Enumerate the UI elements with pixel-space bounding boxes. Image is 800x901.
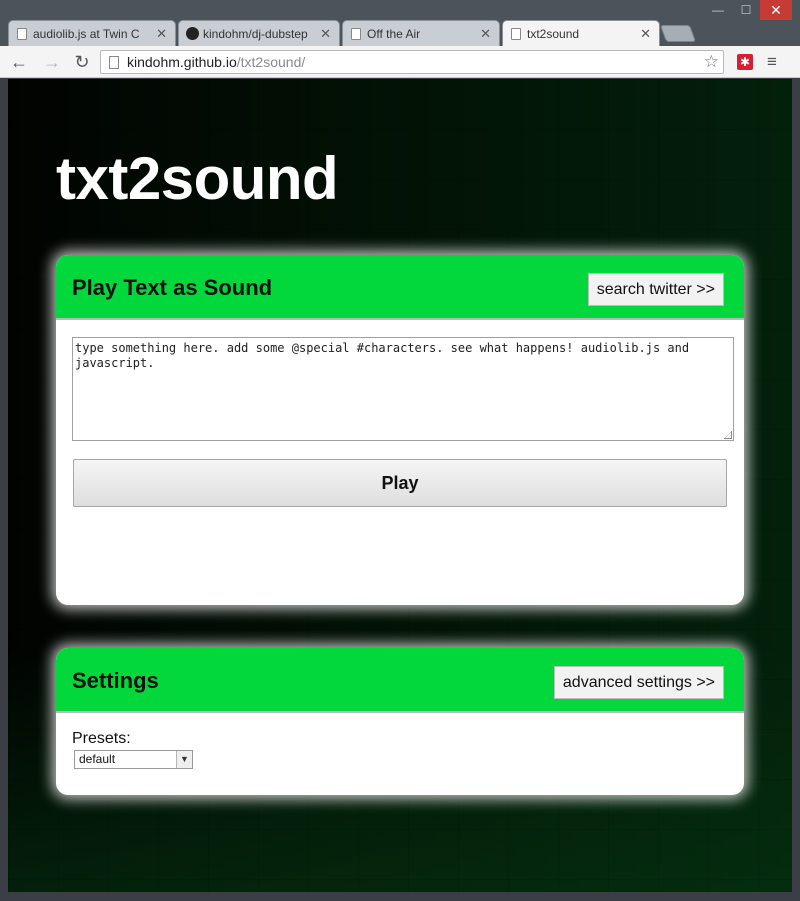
tab-dj-dubstep[interactable]: kindohm/dj-dubstep ✕ — [178, 20, 340, 46]
tab-audiolib[interactable]: audiolib.js at Twin C ✕ — [8, 20, 176, 46]
menu-icon[interactable]: ≡ — [767, 52, 777, 72]
play-panel-header: Play Text as Sound search twitter >> — [56, 255, 744, 320]
play-panel-title: Play Text as Sound — [72, 275, 273, 300]
tab-close-icon[interactable]: ✕ — [480, 26, 491, 42]
tab-txt2sound[interactable]: txt2sound ✕ — [502, 20, 660, 46]
tab-title: kindohm/dj-dubstep — [203, 26, 308, 41]
extension-icon[interactable]: ✱ — [737, 54, 753, 70]
close-window-button[interactable]: ✕ — [760, 0, 792, 20]
maximize-button[interactable]: ☐ — [732, 0, 760, 20]
settings-panel-header: Settings advanced settings >> — [56, 648, 744, 713]
tab-strip: audiolib.js at Twin C ✕ kindohm/dj-dubst… — [8, 20, 708, 46]
tab-off-the-air[interactable]: Off the Air ✕ — [342, 20, 500, 46]
window-controls: — ☐ ✕ — [704, 0, 792, 22]
github-icon — [186, 27, 199, 40]
play-panel: Play Text as Sound search twitter >> typ… — [56, 255, 744, 605]
page-viewport: txt2sound Play Text as Sound search twit… — [8, 79, 792, 892]
tab-title: txt2sound — [527, 26, 580, 41]
page-icon — [351, 28, 361, 40]
page-icon — [17, 28, 27, 40]
url-host: kindohm.github.io — [127, 54, 237, 70]
search-twitter-button[interactable]: search twitter >> — [587, 273, 724, 306]
page-title: txt2sound — [56, 145, 339, 212]
page-icon — [109, 56, 119, 69]
dropdown-arrow-icon[interactable]: ▼ — [176, 751, 192, 768]
bookmark-star-icon[interactable]: ☆ — [704, 51, 719, 73]
back-arrow-icon[interactable]: ← — [9, 52, 29, 72]
presets-selected-value: default — [79, 752, 116, 766]
new-tab-button[interactable] — [659, 25, 697, 42]
tab-close-icon[interactable]: ✕ — [640, 26, 651, 42]
forward-arrow-icon[interactable]: → — [42, 52, 62, 72]
presets-label: Presets: — [72, 730, 131, 747]
url-path: /txt2sound/ — [236, 54, 306, 70]
browser-toolbar: ← → ↻ kindohm.github.io/txt2sound/ ☆ ✱ ≡ — [0, 46, 800, 78]
minimize-button[interactable]: — — [704, 0, 732, 20]
settings-panel: Settings advanced settings >> Presets: d… — [56, 648, 744, 795]
address-bar[interactable]: kindohm.github.io/txt2sound/ ☆ — [100, 50, 724, 74]
tab-close-icon[interactable]: ✕ — [320, 26, 331, 42]
page-icon — [511, 28, 521, 40]
reload-icon[interactable]: ↻ — [72, 52, 92, 72]
resize-handle-icon[interactable] — [724, 431, 732, 439]
tab-close-icon[interactable]: ✕ — [156, 26, 167, 42]
browser-titlebar: — ☐ ✕ audiolib.js at Twin C ✕ kindohm/dj… — [0, 0, 800, 46]
text-input[interactable]: type something here. add some @special #… — [72, 337, 734, 441]
tab-title: Off the Air — [367, 26, 421, 41]
presets-select[interactable]: default ▼ — [74, 750, 193, 769]
settings-panel-title: Settings — [72, 668, 159, 693]
advanced-settings-button[interactable]: advanced settings >> — [553, 666, 724, 699]
tab-title: audiolib.js at Twin C — [33, 26, 140, 41]
play-button[interactable]: Play — [73, 459, 727, 507]
